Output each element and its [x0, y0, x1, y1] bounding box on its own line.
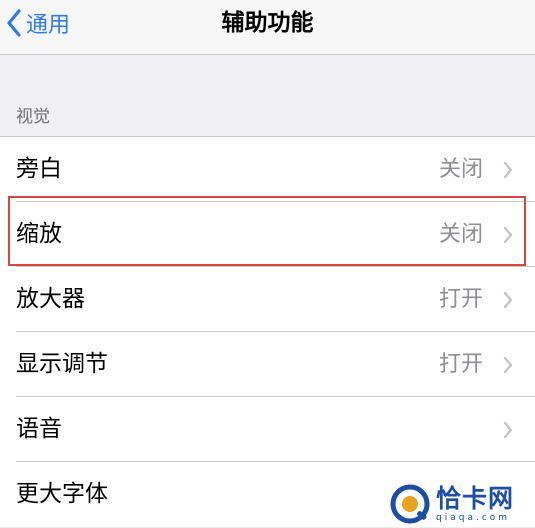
settings-row-display-accommodations[interactable]: 显示调节 打开	[0, 332, 535, 397]
row-label: 语音	[16, 416, 62, 442]
settings-row-voiceover[interactable]: 旁白 关闭	[0, 137, 535, 202]
chevron-right-icon	[503, 291, 513, 313]
watermark-sub-text: qiaqa.com	[436, 513, 511, 523]
chevron-right-icon	[503, 226, 513, 248]
row-value: 打开	[438, 352, 483, 377]
chevron-right-icon	[503, 161, 513, 183]
watermark: 恰卡网 qiaqa.com	[390, 483, 535, 525]
settings-row-zoom[interactable]: 缩放 关闭	[0, 202, 535, 267]
settings-row-magnifier[interactable]: 放大器 打开	[0, 267, 535, 332]
chevron-right-icon	[503, 421, 513, 443]
section-header-vision: 视觉	[16, 107, 50, 127]
row-label: 放大器	[16, 286, 85, 312]
row-value: 关闭	[438, 222, 483, 247]
watermark-logo	[390, 484, 430, 524]
page-title: 辅助功能	[221, 10, 314, 36]
navigation-bar: 通用 辅助功能	[0, 0, 535, 55]
row-label: 显示调节	[16, 351, 108, 377]
chevron-right-icon	[503, 356, 513, 378]
row-label: 更大字体	[16, 481, 108, 507]
settings-list: 旁白 关闭 缩放 关闭 放大器 打开 显示调节 打开 语音 更大字体	[0, 136, 535, 527]
row-value: 关闭	[438, 157, 483, 182]
row-value: 打开	[438, 287, 483, 312]
row-label: 旁白	[16, 156, 62, 182]
watermark-main-text: 恰卡网	[436, 484, 515, 513]
settings-row-speech[interactable]: 语音	[0, 397, 535, 462]
row-label: 缩放	[16, 221, 62, 247]
